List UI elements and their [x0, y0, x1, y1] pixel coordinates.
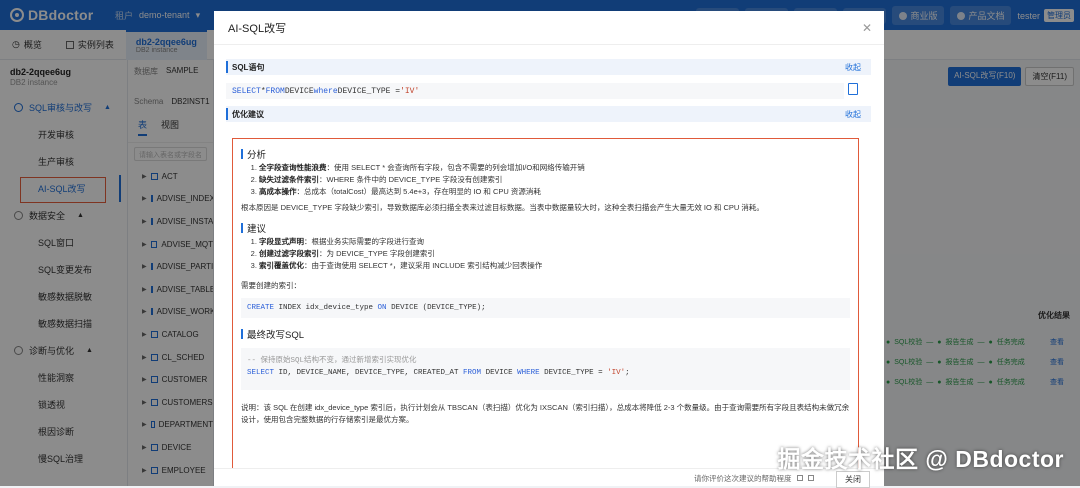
copy-icon[interactable]	[848, 83, 858, 95]
ai-sql-rewrite-dialog: AI-SQL改写 ✕ SQL语句 收起 SELECT * FROM DEVICE…	[214, 11, 884, 488]
original-sql: SELECT * FROM DEVICE where DEVICE_TYPE =…	[226, 83, 844, 99]
final-sql-heading: 最终改写SQL	[241, 326, 850, 342]
advice-section-header: 优化建议 收起	[226, 106, 871, 122]
explanation-text: 说明：该 SQL 在创建 idx_device_type 索引后，执行计划会从 …	[241, 403, 850, 424]
list-item: 全字段查询性能浪费：使用 SELECT * 会查询所有字段，包含不需要的列会增加…	[259, 162, 850, 174]
dialog-title: AI-SQL改写	[214, 11, 884, 45]
list-item: 字段显式声明：根据业务实际需要的字段进行查询	[259, 236, 850, 248]
list-item: 缺失过滤条件索引：WHERE 条件中的 DEVICE_TYPE 字段没有创建索引	[259, 174, 850, 186]
collapse-sql-link[interactable]: 收起	[845, 62, 861, 73]
suggestion-list: 字段显式声明：根据业务实际需要的字段进行查询创建过滤字段索引：为 DEVICE_…	[241, 236, 850, 272]
thumb-down-icon[interactable]	[807, 475, 814, 481]
index-needed-label: 需要创建的索引：	[241, 281, 301, 290]
list-item: 高成本操作：总成本（totalCost）最高达到 5.4e+3，存在明显的 IO…	[259, 186, 850, 198]
collapse-advice-link[interactable]: 收起	[845, 109, 861, 120]
final-sql: -- 保持原始SQL结构不变，通过新增索引实现优化 SELECT ID, DEV…	[241, 348, 850, 390]
analysis-heading: 分析	[241, 146, 850, 162]
close-icon[interactable]: ✕	[862, 21, 872, 35]
index-sql: CREATE INDEX idx_device_type ON DEVICE (…	[241, 298, 850, 318]
rating-prompt: 请你评价这次建议的帮助程度	[694, 473, 814, 484]
sql-section-header: SQL语句 收起	[226, 59, 871, 75]
advice-content: 分析 全字段查询性能浪费：使用 SELECT * 会查询所有字段，包含不需要的列…	[232, 138, 859, 469]
watermark: 掘金技术社区 @ DBdoctor	[777, 446, 1064, 472]
analysis-list: 全字段查询性能浪费：使用 SELECT * 会查询所有字段，包含不需要的列会增加…	[241, 162, 850, 198]
list-item: 索引覆盖优化：由于查询使用 SELECT *，建议采用 INCLUDE 索引结构…	[259, 260, 850, 272]
thumb-up-icon[interactable]	[796, 475, 803, 481]
suggestion-heading: 建议	[241, 220, 850, 236]
root-cause-text: 根本原因是 DEVICE_TYPE 字段缺少索引，导致数据库必须扫描全表来过滤目…	[241, 203, 764, 212]
list-item: 创建过滤字段索引：为 DEVICE_TYPE 字段创建索引	[259, 248, 850, 260]
